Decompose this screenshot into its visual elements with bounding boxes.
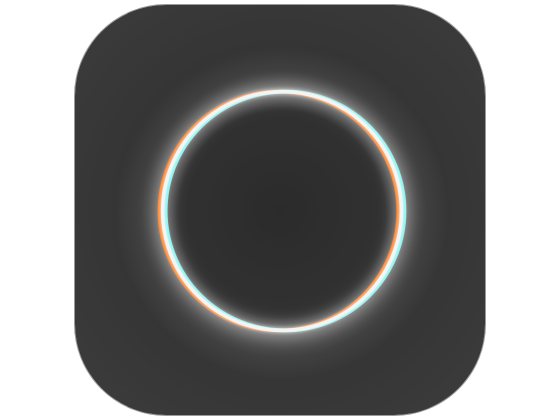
stage [0,0,560,420]
app-icon[interactable] [74,4,486,416]
lens-ring-icon [75,5,485,415]
